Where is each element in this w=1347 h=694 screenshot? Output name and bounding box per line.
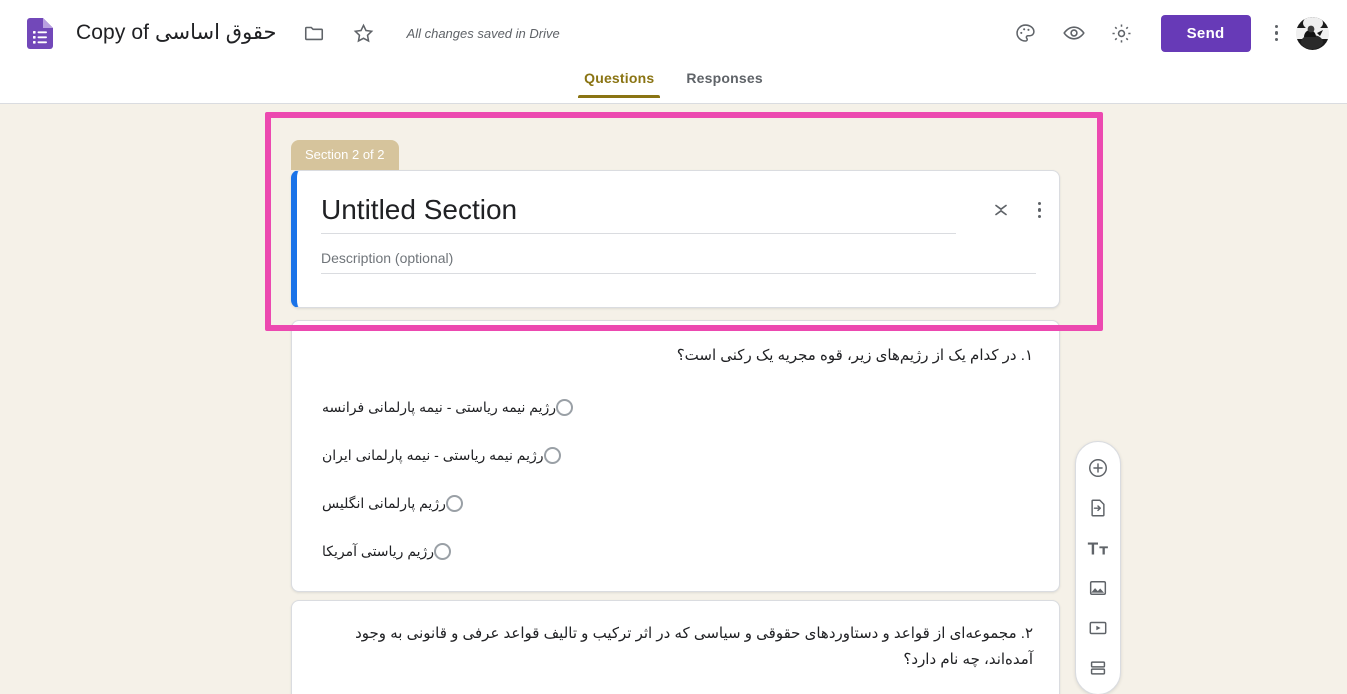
add-section-icon[interactable] xyxy=(1078,648,1118,688)
option-label[interactable]: رژیم پارلمانی انگلیس xyxy=(322,493,446,513)
add-item-toolbar xyxy=(1075,441,1121,694)
option-label[interactable]: رژیم نیمه ریاستی - نیمه پارلمانی فرانسه xyxy=(322,397,556,417)
add-video-icon[interactable] xyxy=(1078,608,1118,648)
add-title-description-icon[interactable] xyxy=(1078,528,1118,568)
section-card[interactable]: Untitled Section Description (optional) xyxy=(291,170,1060,308)
collapse-expand-icon[interactable] xyxy=(986,195,1016,225)
option-label[interactable]: رژیم نیمه ریاستی - نیمه پارلمانی ایران xyxy=(322,445,544,465)
tab-responses[interactable]: Responses xyxy=(670,66,779,98)
title-action-icons xyxy=(299,18,379,48)
more-vertical-icon[interactable] xyxy=(1274,24,1278,42)
gear-icon[interactable] xyxy=(1107,18,1137,48)
more-vertical-icon[interactable] xyxy=(1037,201,1041,219)
topbar-actions: Send xyxy=(1011,14,1329,52)
radio-icon[interactable] xyxy=(556,398,574,416)
option-row[interactable]: رژیم پارلمانی انگلیس xyxy=(292,479,1059,527)
form-canvas: ۱. در کدام یک از رژیم‌های زیر، قوه مجریه… xyxy=(0,105,1347,694)
section-actions xyxy=(986,195,1041,225)
document-title-area[interactable]: Copy of حقوق اساسی xyxy=(76,20,277,46)
add-question-icon[interactable] xyxy=(1078,448,1118,488)
folder-icon[interactable] xyxy=(299,18,329,48)
section-title-input[interactable]: Untitled Section xyxy=(321,193,956,234)
top-app-bar: Copy of حقوق اساسی All changes saved in … xyxy=(0,0,1347,66)
option-label[interactable]: رژیم ریاستی آمریکا xyxy=(322,541,434,561)
eye-icon[interactable] xyxy=(1059,18,1089,48)
avatar[interactable] xyxy=(1296,16,1329,50)
import-questions-icon[interactable] xyxy=(1078,488,1118,528)
palette-icon[interactable] xyxy=(1011,18,1041,48)
section-badge: Section 2 of 2 xyxy=(291,140,399,170)
editor-tabs: Questions Responses xyxy=(0,66,1347,104)
forms-document-icon[interactable] xyxy=(26,17,54,49)
question-card-1[interactable]: ۱. در کدام یک از رژیم‌های زیر، قوه مجریه… xyxy=(291,320,1060,592)
option-row[interactable]: رژیم نیمه ریاستی - نیمه پارلمانی فرانسه xyxy=(292,383,1059,431)
send-button[interactable]: Send xyxy=(1160,14,1251,52)
radio-icon[interactable] xyxy=(543,446,561,464)
option-list: رژیم نیمه ریاستی - نیمه پارلمانی فرانسه … xyxy=(292,383,1059,575)
question-card-2[interactable]: ۲. مجموعه‌ای از قواعد و دستاوردهای حقوقی… xyxy=(291,600,1060,694)
tab-questions[interactable]: Questions xyxy=(568,66,670,98)
star-icon[interactable] xyxy=(349,18,379,48)
question-title[interactable]: ۲. مجموعه‌ای از قواعد و دستاوردهای حقوقی… xyxy=(292,601,1059,673)
option-row[interactable]: رژیم نیمه ریاستی - نیمه پارلمانی ایران xyxy=(292,431,1059,479)
save-status-text: All changes saved in Drive xyxy=(406,25,560,41)
radio-icon[interactable] xyxy=(445,494,463,512)
radio-icon[interactable] xyxy=(434,542,452,560)
add-image-icon[interactable] xyxy=(1078,568,1118,608)
google-forms-editor: Copy of حقوق اساسی All changes saved in … xyxy=(0,0,1347,694)
question-title[interactable]: ۱. در کدام یک از رژیم‌های زیر، قوه مجریه… xyxy=(292,321,1059,369)
section-description-input[interactable]: Description (optional) xyxy=(321,248,1036,274)
option-row[interactable]: رژیم ریاستی آمریکا xyxy=(292,527,1059,575)
page-title[interactable]: Copy of حقوق اساسی xyxy=(76,20,277,46)
